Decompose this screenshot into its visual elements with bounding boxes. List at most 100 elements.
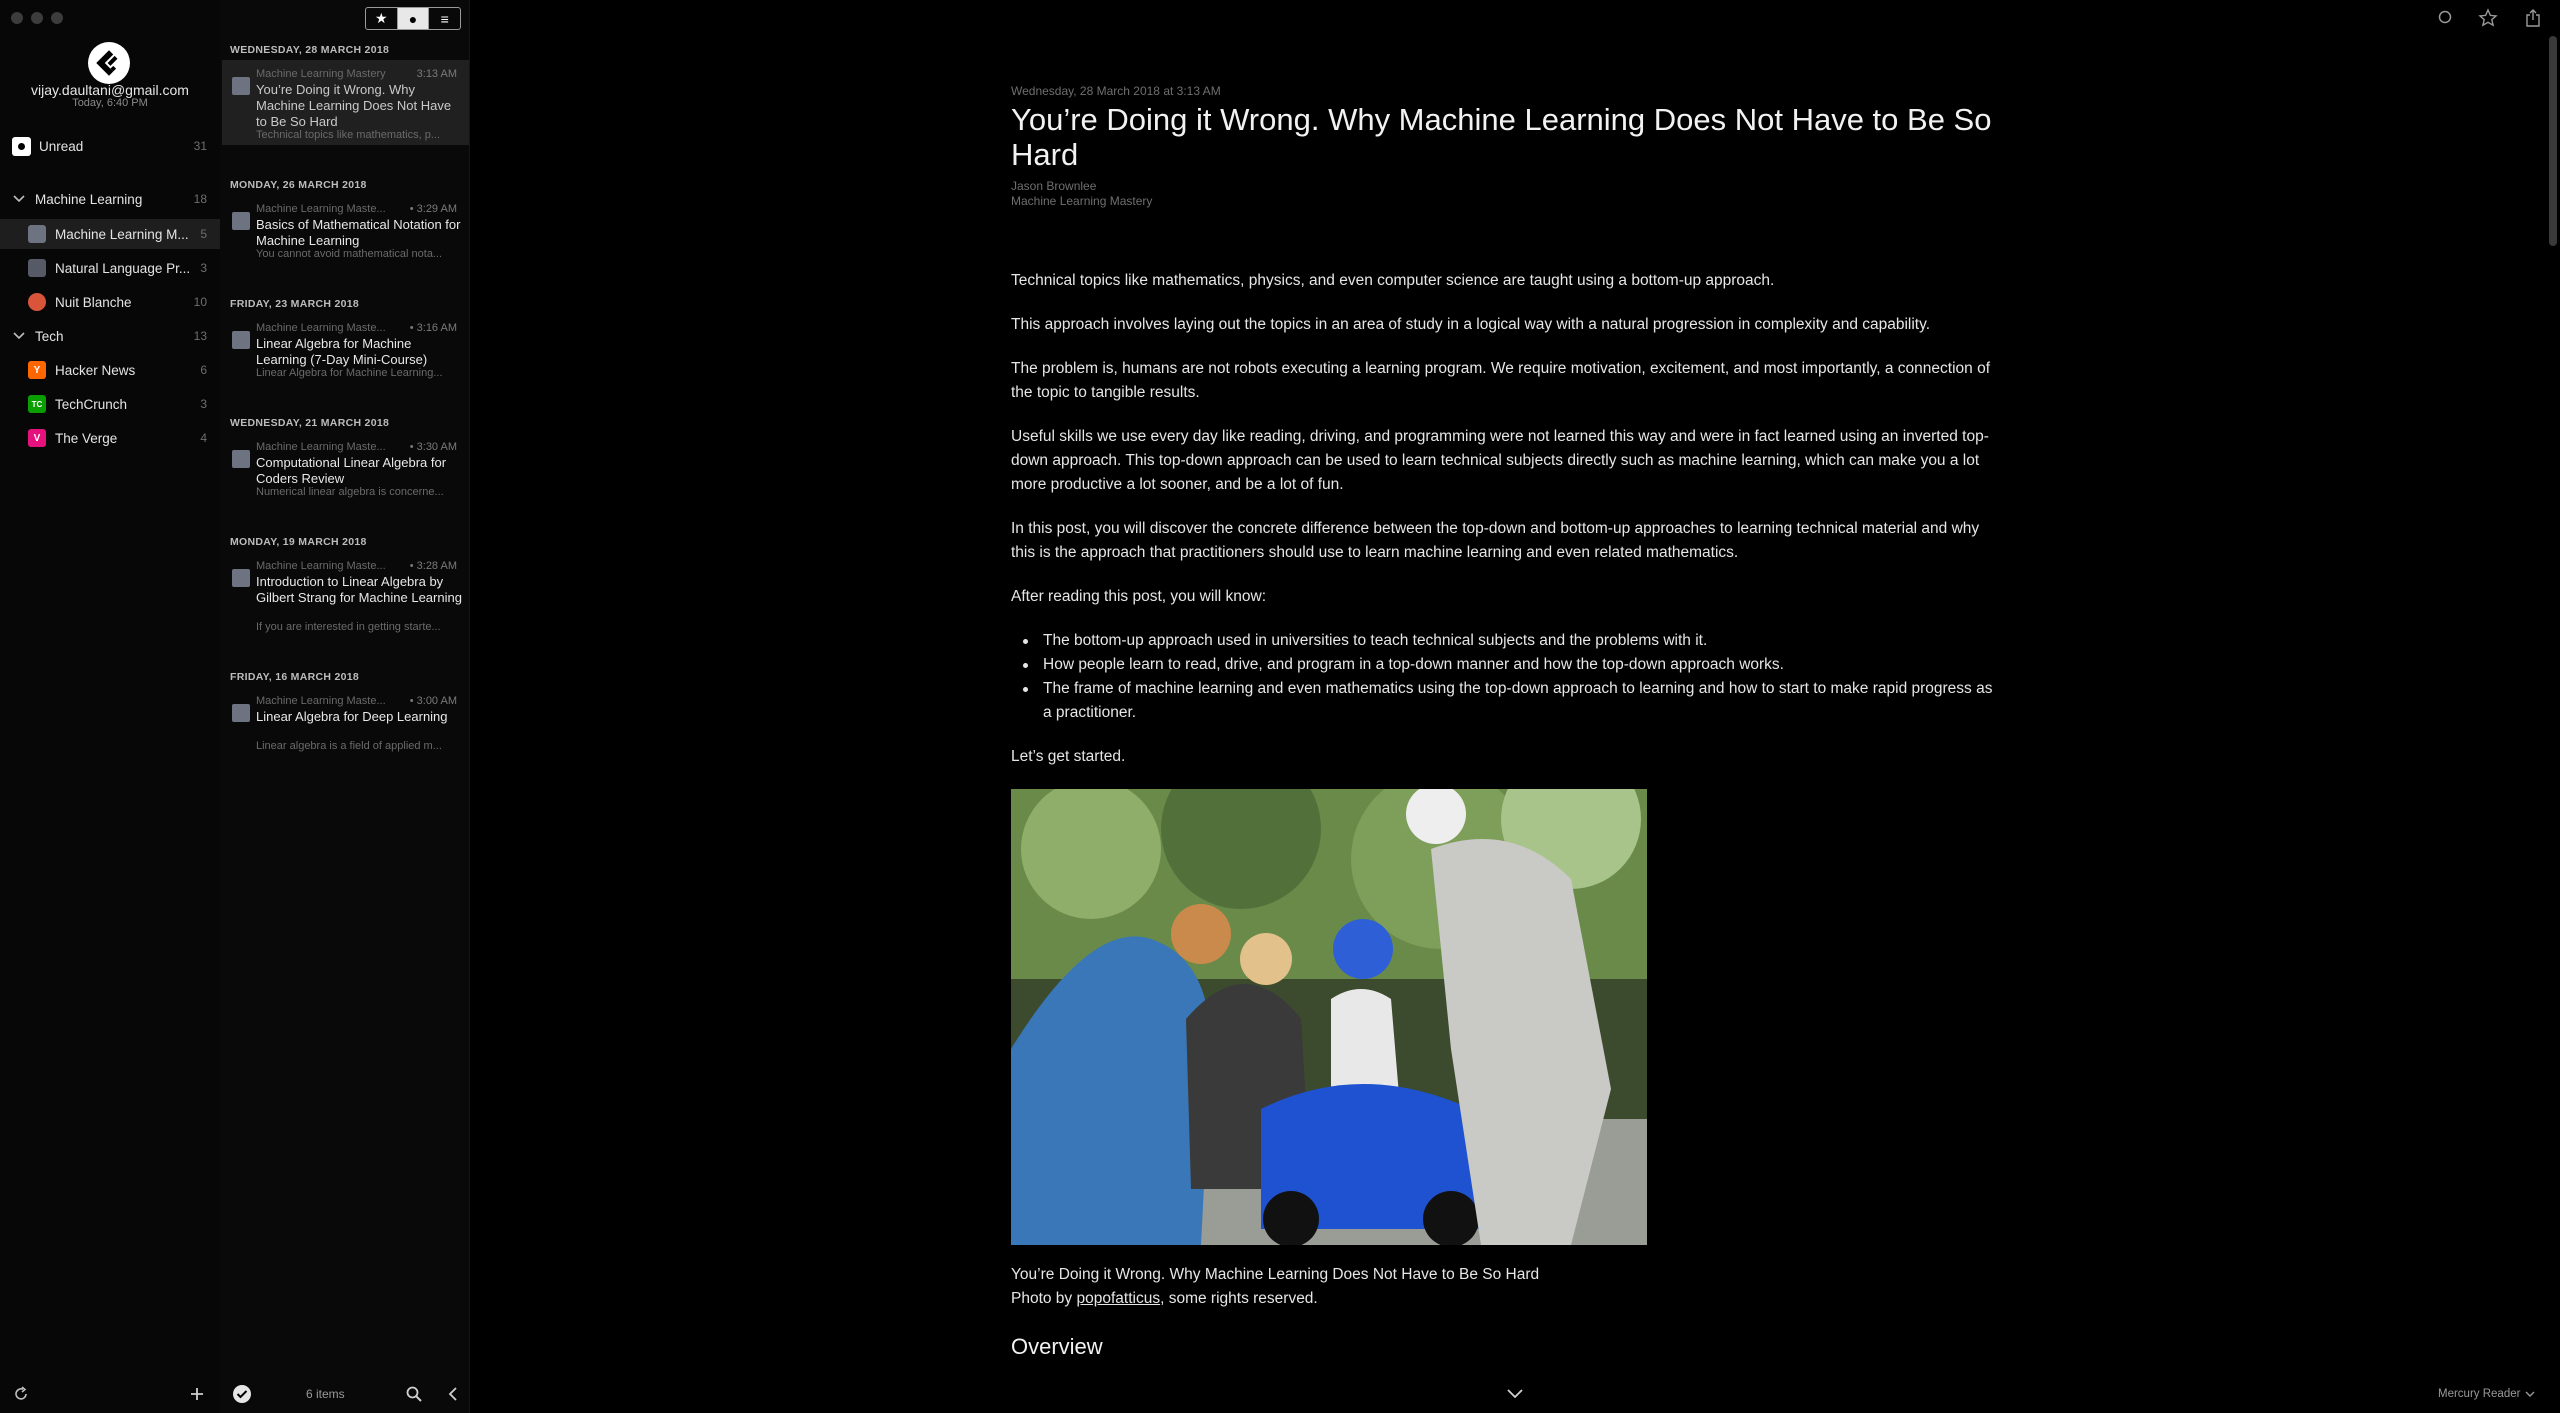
entry-source: Machine Learning Maste... xyxy=(256,560,386,572)
refresh-icon xyxy=(15,1386,27,1400)
filter-segmented-control: ★ ● ≡ xyxy=(365,7,461,30)
date-header: FRIDAY, 23 MARCH 2018 xyxy=(230,298,360,310)
mark-all-read-button[interactable] xyxy=(232,1382,252,1406)
article-paragraph: Technical topics like mathematics, physi… xyxy=(1011,272,1775,289)
next-article-button[interactable] xyxy=(1505,1382,1525,1406)
group-count: 13 xyxy=(193,329,207,343)
entry-source: Machine Learning Mastery xyxy=(256,68,386,80)
feed-count: 6 xyxy=(200,363,207,377)
sidebar-item-the-verge[interactable]: V The Verge 4 xyxy=(0,423,220,453)
account-email[interactable]: vijay.daultani@gmail.com xyxy=(0,82,220,98)
entry-source: Machine Learning Maste... xyxy=(256,203,386,215)
ml-mastery-favicon-icon xyxy=(28,225,46,243)
article-date: Wednesday, 28 March 2018 at 3:13 AM xyxy=(1011,84,1221,98)
sidebar-group-label: Machine Learning xyxy=(35,191,143,207)
list-item: The bottom-up approach used in universit… xyxy=(1011,629,2003,653)
feed-count: 5 xyxy=(200,227,207,241)
sidebar-item-techcrunch[interactable]: TC TechCrunch 3 xyxy=(0,389,220,419)
entry-time: • 3:00 AM xyxy=(409,695,457,707)
photo-credit-prefix: Photo by xyxy=(1011,1290,1077,1307)
all-filter-button[interactable]: ≡ xyxy=(429,8,460,29)
zoom-window-button[interactable] xyxy=(51,12,63,24)
photo-credit-link[interactable]: popofatticus xyxy=(1077,1290,1161,1307)
starred-filter-button[interactable]: ★ xyxy=(366,8,398,29)
sidebar-item-machine-learning-mastery[interactable]: Machine Learning M... 5 xyxy=(0,219,220,249)
back-button[interactable] xyxy=(446,1382,460,1406)
sidebar-group-label: Tech xyxy=(35,328,64,344)
refresh-button[interactable] xyxy=(12,1382,30,1406)
close-window-button[interactable] xyxy=(11,12,23,24)
entry-snippet: Numerical linear algebra is concerne... xyxy=(256,486,444,498)
mark-unread-button[interactable] xyxy=(2436,8,2454,26)
article-list-item[interactable]: Machine Learning Maste... • 3:30 AM Comp… xyxy=(222,433,469,503)
share-button[interactable] xyxy=(2524,8,2542,28)
sidebar-item-natural-language-processing[interactable]: Natural Language Pr... 3 xyxy=(0,253,220,283)
sidebar-item-unread[interactable]: Unread 31 xyxy=(0,131,220,161)
date-header: MONDAY, 19 MARCH 2018 xyxy=(230,536,367,548)
sidebar-item-hacker-news[interactable]: Y Hacker News 6 xyxy=(0,355,220,385)
sidebar: vijay.daultani@gmail.com Today, 6:40 PM … xyxy=(0,0,220,1413)
entry-time: • 3:16 AM xyxy=(409,322,457,334)
last-sync-time: Today, 6:40 PM xyxy=(72,97,148,109)
entry-time: 3:13 AM xyxy=(416,68,457,80)
star-outline-icon xyxy=(2478,8,2498,27)
window-controls xyxy=(11,12,63,24)
sidebar-item-label: Nuit Blanche xyxy=(55,294,132,310)
chevron-down-icon[interactable] xyxy=(12,192,26,206)
entry-time: • 3:28 AM xyxy=(409,560,457,572)
entry-title: You’re Doing it Wrong. Why Machine Learn… xyxy=(256,82,452,129)
sidebar-item-nuit-blanche[interactable]: Nuit Blanche 10 xyxy=(0,287,220,317)
entry-snippet: If you are interested in getting starte.… xyxy=(256,621,441,633)
sidebar-item-label: The Verge xyxy=(55,430,118,446)
article-feed[interactable]: Machine Learning Mastery xyxy=(1011,194,2003,208)
scrollbar[interactable] xyxy=(2549,36,2557,246)
article-paragraph: The problem is, humans are not robots ex… xyxy=(1011,360,1991,401)
feed-favicon-icon xyxy=(232,569,250,587)
nuit-blanche-favicon-icon xyxy=(28,293,46,311)
date-header: FRIDAY, 16 MARCH 2018 xyxy=(230,671,360,683)
feed-favicon-icon xyxy=(232,212,250,230)
sidebar-item-label: Unread xyxy=(39,138,84,154)
date-header: MONDAY, 26 MARCH 2018 xyxy=(230,179,367,191)
entry-source: Machine Learning Maste... xyxy=(256,441,386,453)
article-photo[interactable] xyxy=(1011,789,1647,1245)
sidebar-group-machine-learning[interactable]: Machine Learning 18 xyxy=(0,184,220,214)
feedly-logo-icon xyxy=(88,42,130,84)
article-list-item[interactable]: Machine Learning Maste... • 3:28 AM Intr… xyxy=(222,552,469,638)
chevron-down-icon xyxy=(2525,1391,2535,1397)
article-list-item[interactable]: Machine Learning Mastery 3:13 AM You’re … xyxy=(222,60,469,145)
chevron-down-icon[interactable] xyxy=(12,329,26,343)
article-list-item[interactable]: Machine Learning Maste... • 3:00 AM Line… xyxy=(222,687,469,757)
feed-favicon-icon xyxy=(232,331,250,349)
entry-title: Linear Algebra for Deep Learning xyxy=(256,709,448,724)
theme-selector[interactable]: Mercury Reader xyxy=(2438,1382,2536,1406)
sidebar-group-tech[interactable]: Tech 13 xyxy=(0,321,220,351)
entry-time: • 3:30 AM xyxy=(409,441,457,453)
item-count: 6 items xyxy=(306,1387,345,1401)
add-feed-button[interactable] xyxy=(188,1382,206,1406)
article-list-item[interactable]: Machine Learning Maste... • 3:16 AM Line… xyxy=(222,314,469,384)
article-section-heading: Overview xyxy=(1011,1334,1103,1359)
feed-count: 10 xyxy=(193,295,207,309)
entry-time: • 3:29 AM xyxy=(409,203,457,215)
minimize-window-button[interactable] xyxy=(31,12,43,24)
entry-source: Machine Learning Maste... xyxy=(256,695,386,707)
article-paragraph: After reading this post, you will know: xyxy=(1011,588,1267,605)
hacker-news-favicon-icon: Y xyxy=(28,361,46,379)
entry-snippet: Linear algebra is a field of applied m..… xyxy=(256,740,442,752)
sidebar-item-label: Machine Learning M... xyxy=(55,226,189,242)
date-header: WEDNESDAY, 21 MARCH 2018 xyxy=(230,417,390,429)
entry-snippet: Technical topics like mathematics, p... xyxy=(256,129,441,141)
group-count: 18 xyxy=(193,192,207,206)
unread-filter-button[interactable]: ● xyxy=(397,8,430,29)
star-button[interactable] xyxy=(2478,8,2498,28)
entry-title: Introduction to Linear Algebra by Gilber… xyxy=(256,574,462,605)
entry-snippet: You cannot avoid mathematical nota... xyxy=(256,248,443,260)
entry-title: Computational Linear Algebra for Coders … xyxy=(256,455,447,486)
feed-favicon-icon xyxy=(232,450,250,468)
feed-count: 3 xyxy=(200,397,207,411)
article-title[interactable]: You’re Doing it Wrong. Why Machine Learn… xyxy=(1011,102,2003,172)
article-list-item[interactable]: Machine Learning Maste... • 3:29 AM Basi… xyxy=(222,195,469,265)
list-item: How people learn to read, drive, and pro… xyxy=(1011,653,2003,677)
search-button[interactable] xyxy=(405,1382,423,1406)
